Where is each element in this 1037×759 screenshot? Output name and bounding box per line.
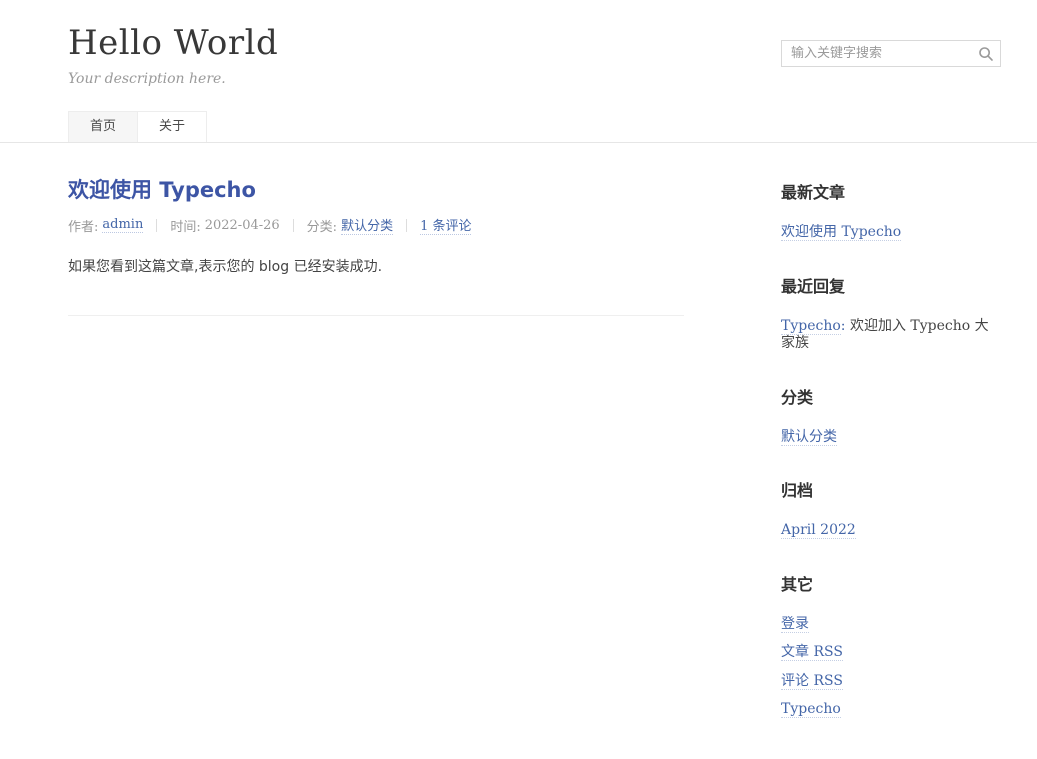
nav-item-about[interactable]: 关于	[137, 111, 207, 142]
recent-comments-list: Typecho: 欢迎加入 Typecho 大家族	[781, 318, 1001, 353]
recent-posts-list: 欢迎使用 Typecho	[781, 224, 1001, 242]
list-item: Typecho	[781, 701, 1001, 719]
archive-link[interactable]: April 2022	[781, 522, 856, 539]
list-item: 文章 RSS	[781, 644, 1001, 662]
post-title: 欢迎使用 Typecho	[68, 179, 684, 202]
author-label: 作者:	[68, 216, 98, 235]
list-item: Typecho: 欢迎加入 Typecho 大家族	[781, 318, 1001, 353]
meta-separator	[156, 219, 157, 232]
posts-rss-link[interactable]: 文章 RSS	[781, 644, 843, 661]
site-description: Your description here.	[68, 71, 278, 87]
main-column: 欢迎使用 Typecho 作者: admin 时间: 2022-04-26 分类…	[68, 143, 684, 719]
category-item-link[interactable]: 默认分类	[781, 429, 837, 446]
widget-title: 归档	[781, 477, 1001, 501]
post-title-link[interactable]: 欢迎使用 Typecho	[68, 178, 256, 202]
list-item: 默认分类	[781, 429, 1001, 447]
search-icon[interactable]	[977, 45, 995, 63]
sidebar: 最新文章 欢迎使用 Typecho 最近回复 Typecho: 欢迎加入 Typ…	[781, 143, 1001, 719]
widget-recent-posts: 最新文章 欢迎使用 Typecho	[781, 179, 1001, 242]
date-label: 时间:	[170, 216, 200, 235]
author-link[interactable]: admin	[102, 217, 143, 233]
typecho-link[interactable]: Typecho	[781, 701, 841, 718]
widget-title: 最新文章	[781, 179, 1001, 203]
category-link[interactable]: 默认分类	[341, 215, 393, 235]
comment-author-link[interactable]: Typecho	[781, 318, 841, 335]
widget-title: 最近回复	[781, 273, 1001, 297]
widget-archives: 归档 April 2022	[781, 477, 1001, 540]
post-body: 如果您看到这篇文章,表示您的 blog 已经安装成功.	[68, 257, 684, 278]
search-input[interactable]	[781, 40, 1001, 67]
widget-title: 其它	[781, 571, 1001, 595]
comments-link[interactable]: 1 条评论	[420, 215, 471, 235]
meta-separator	[406, 219, 407, 232]
list-item: 欢迎使用 Typecho	[781, 224, 1001, 242]
site-title[interactable]: Hello World	[68, 24, 278, 63]
category-label: 分类:	[307, 216, 337, 235]
login-link[interactable]: 登录	[781, 616, 809, 633]
list-item: 评论 RSS	[781, 673, 1001, 691]
misc-list: 登录 文章 RSS 评论 RSS Typecho	[781, 616, 1001, 719]
site-header: Hello World Your description here.	[0, 0, 1037, 87]
widget-categories: 分类 默认分类	[781, 384, 1001, 447]
list-item: 登录	[781, 616, 1001, 634]
widget-misc: 其它 登录 文章 RSS 评论 RSS Typecho	[781, 571, 1001, 719]
post-meta: 作者: admin 时间: 2022-04-26 分类: 默认分类 1 条评论	[68, 215, 684, 235]
post: 欢迎使用 Typecho 作者: admin 时间: 2022-04-26 分类…	[68, 179, 684, 316]
search-box	[781, 40, 1001, 67]
list-item: April 2022	[781, 522, 1001, 540]
comments-rss-link[interactable]: 评论 RSS	[781, 673, 843, 690]
meta-separator	[293, 219, 294, 232]
post-date: 2022-04-26	[205, 218, 280, 233]
nav-item-home[interactable]: 首页	[68, 111, 138, 142]
main-nav: 首页 关于	[0, 111, 1037, 143]
widget-title: 分类	[781, 384, 1001, 408]
widget-recent-comments: 最近回复 Typecho: 欢迎加入 Typecho 大家族	[781, 273, 1001, 353]
post-divider	[68, 315, 684, 316]
page-content: 欢迎使用 Typecho 作者: admin 时间: 2022-04-26 分类…	[0, 143, 1037, 759]
recent-post-link[interactable]: 欢迎使用 Typecho	[781, 224, 901, 241]
site-branding: Hello World Your description here.	[68, 24, 278, 87]
categories-list: 默认分类	[781, 429, 1001, 447]
comment-separator: :	[841, 318, 850, 334]
archives-list: April 2022	[781, 522, 1001, 540]
